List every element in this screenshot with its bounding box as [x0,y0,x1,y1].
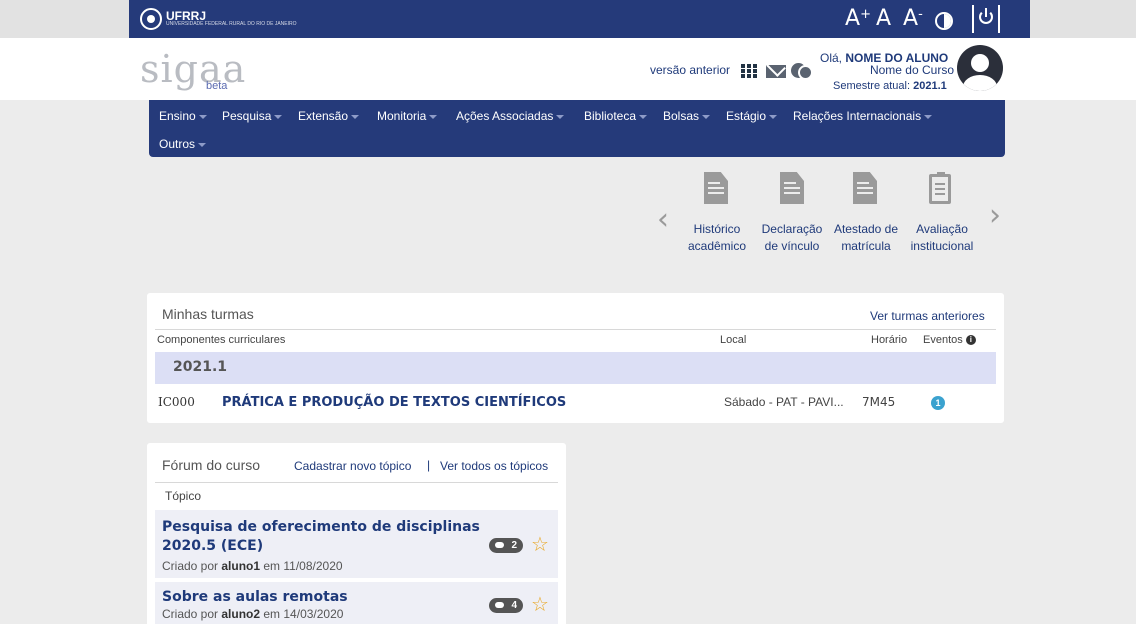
column-header-local: Local [720,334,747,346]
topic-meta: Criado por aluno1 em 11/08/2020 [162,559,343,573]
document-icon[interactable] [704,172,728,204]
semester-group-label: 2021.1 [173,359,228,375]
menu-relacoes-internacionais[interactable]: Relações Internacionais [793,109,933,123]
mail-icon[interactable] [766,65,786,78]
document-icon[interactable] [780,172,804,204]
divider [155,329,996,330]
font-normal-button[interactable]: A [876,8,891,30]
previous-version-link[interactable]: versão anterior [650,63,730,77]
menu-ensino[interactable]: Ensino [159,109,207,123]
avatar[interactable] [957,45,1003,91]
caret-down-icon [769,114,778,119]
class-location: Sábado - PAT - PAVI... [724,395,844,409]
class-schedule: 7M45 [862,395,896,409]
caret-down-icon [274,114,283,119]
main-menu: Ensino Pesquisa Extensão Monitoria Ações… [149,100,1005,157]
menu-biblioteca[interactable]: Biblioteca [584,109,648,123]
forum-title: Fórum do curso [162,457,261,473]
info-icon[interactable]: i [965,335,976,346]
menu-monitoria[interactable]: Monitoria [377,109,438,123]
switch-profile-icon[interactable] [791,61,813,81]
carousel-prev-icon[interactable]: ‹ [657,205,669,235]
sigaa-beta-label: beta [206,80,228,92]
shortcut-atestado[interactable]: Atestado de matrícula [828,221,904,255]
sigaa-logo[interactable]: sigaa [140,50,246,88]
caret-down-icon [639,114,648,119]
topic-title-link[interactable]: Pesquisa de oferecimento de disciplinas 2… [162,518,482,556]
menu-bolsas[interactable]: Bolsas [663,109,711,123]
column-header-schedule: Horário [871,334,908,346]
shortcut-historico[interactable]: Histórico acadêmico [682,221,752,255]
font-increase-button[interactable]: A+ [845,7,871,30]
current-semester: Semestre atual: 2021.1 [833,80,947,92]
ufrrj-emblem-icon [140,8,162,30]
caret-down-icon [351,114,360,119]
menu-estagio[interactable]: Estágio [726,109,778,123]
carousel-next-icon[interactable]: › [989,201,1001,231]
menu-pesquisa[interactable]: Pesquisa [222,109,283,123]
semester-group-row [155,352,996,384]
institution-subtitle: UNIVERSIDADE FEDERAL RURAL DO RIO DE JAN… [166,21,297,28]
menu-outros[interactable]: Outros [159,137,207,151]
column-header-topic: Tópico [165,489,202,503]
class-events-badge[interactable]: 1 [931,396,945,410]
user-course: Nome do Curso [869,63,954,77]
shortcut-declaracao[interactable]: Declaração de vínculo [756,221,828,255]
menu-acoes-associadas[interactable]: Ações Associadas [456,109,565,123]
caret-down-icon [429,114,438,119]
font-decrease-button[interactable]: A- [903,7,923,30]
caret-down-icon [198,114,207,119]
contrast-toggle-icon[interactable] [935,12,953,30]
topic-title-link[interactable]: Sobre as aulas remotas [162,588,348,607]
caret-down-icon [702,114,711,119]
shortcut-avaliacao[interactable]: Avaliação institucional [903,221,981,255]
column-header-events: Eventos i [923,334,976,346]
caret-down-icon [924,114,933,119]
previous-classes-link[interactable]: Ver turmas anteriores [870,309,985,323]
column-header-component: Componentes curriculares [157,334,286,346]
caret-down-icon [556,114,565,119]
apps-grid-icon[interactable] [741,64,757,78]
all-topics-link[interactable]: Ver todos os tópicos [440,459,548,473]
class-code: IC000 [158,395,195,409]
logout-button[interactable] [972,5,1000,33]
link-separator: | [427,458,431,472]
my-classes-title: Minhas turmas [162,306,254,322]
new-topic-link[interactable]: Cadastrar novo tópico [294,459,411,473]
ufrrj-logo[interactable]: UFRRJ UNIVERSIDADE FEDERAL RURAL DO RIO … [140,6,297,32]
class-name-link[interactable]: PRÁTICA E PRODUÇÃO DE TEXTOS CIENTÍFICOS [222,395,566,410]
menu-extensao[interactable]: Extensão [298,109,360,123]
clipboard-icon[interactable] [929,172,951,204]
caret-down-icon [198,142,207,147]
replies-count-badge: 4 [489,598,523,613]
favorite-star-icon[interactable]: ☆ [531,594,549,614]
topic-meta: Criado por aluno2 em 14/03/2020 [162,607,344,621]
document-icon[interactable] [853,172,877,204]
replies-count-badge: 2 [489,538,523,553]
divider [155,482,558,483]
favorite-star-icon[interactable]: ☆ [531,534,549,554]
